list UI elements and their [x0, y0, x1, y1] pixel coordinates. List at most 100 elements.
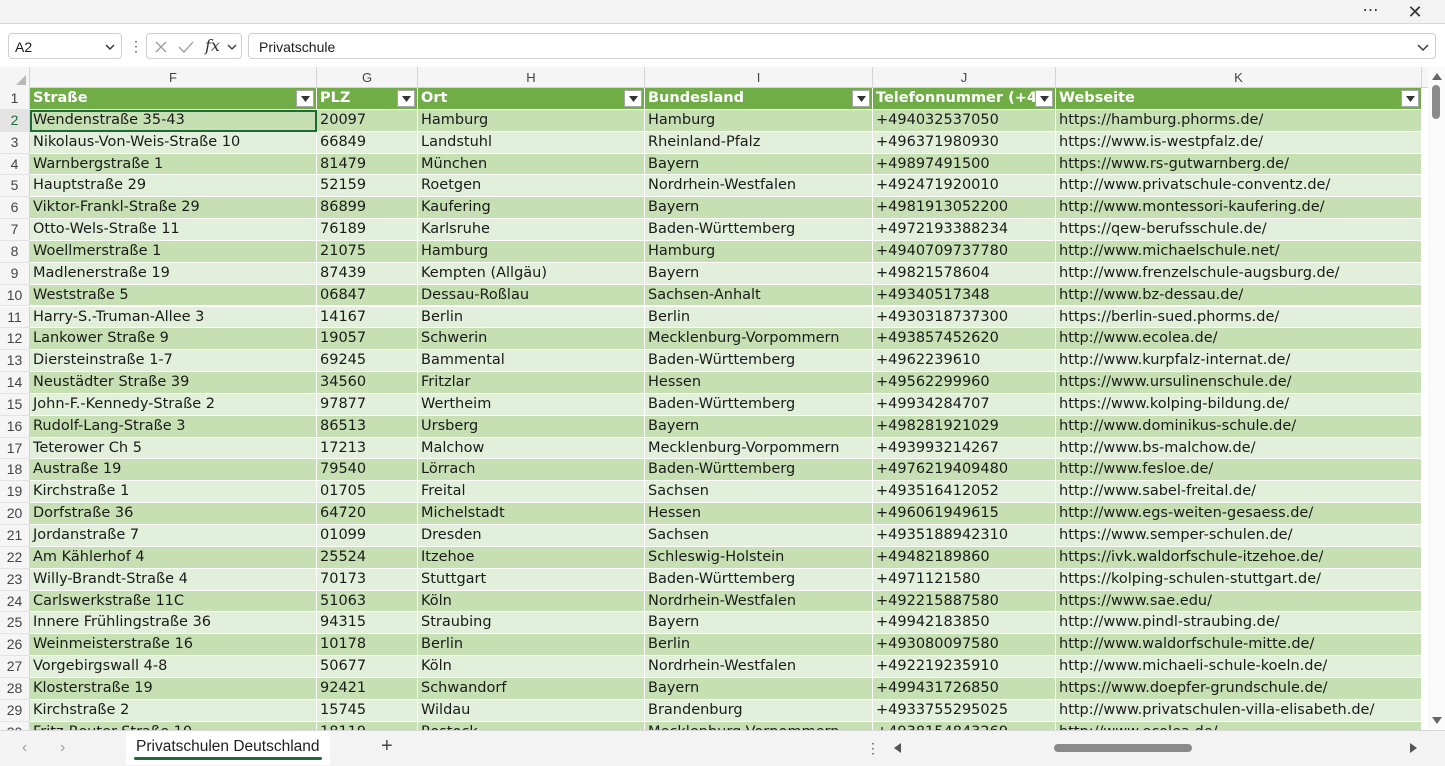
row-number[interactable]: 11: [0, 306, 30, 329]
cell-telefon[interactable]: +493080097580: [873, 634, 1056, 657]
column-header-i[interactable]: I: [645, 67, 873, 88]
cell-webseite[interactable]: https://www.ursulinenschule.de/: [1056, 372, 1422, 394]
header-cell-webseite[interactable]: Webseite: [1056, 88, 1422, 110]
cell-ort[interactable]: Ursberg: [418, 415, 645, 438]
cell-strasse[interactable]: Weinmeisterstraße 16: [30, 634, 317, 657]
cell-ort[interactable]: Malchow: [418, 437, 645, 460]
cell-bundesland[interactable]: Baden-Württemberg: [645, 459, 873, 482]
row-number[interactable]: 7: [0, 219, 30, 241]
cell-strasse[interactable]: Fritz-Reuter-Straße 10: [30, 721, 317, 730]
cell-telefon[interactable]: +49934284707: [873, 393, 1056, 416]
cell-ort[interactable]: Itzehoe: [418, 546, 645, 569]
cell-webseite[interactable]: https://www.doepfer-grundschule.de/: [1056, 677, 1422, 700]
header-cell-telefon[interactable]: Telefonnummer (+49): [873, 88, 1056, 110]
cell-telefon[interactable]: +4930318737300: [873, 306, 1056, 329]
cell-bundesland[interactable]: Rheinland-Pfalz: [645, 131, 873, 154]
cell-webseite[interactable]: http://www.ecolea.de/: [1056, 328, 1422, 351]
cell-strasse[interactable]: Lankower Straße 9: [30, 328, 317, 351]
header-cell-ort[interactable]: Ort: [418, 88, 645, 110]
cell-telefon[interactable]: +492215887580: [873, 590, 1056, 613]
cell-strasse[interactable]: Madlenerstraße 19: [30, 262, 317, 285]
cell-strasse[interactable]: Diersteinstraße 1-7: [30, 350, 317, 373]
close-button[interactable]: ✕: [1403, 0, 1427, 24]
cell-plz[interactable]: 50677: [317, 656, 418, 678]
cell-strasse[interactable]: Nikolaus-Von-Weis-Straße 10: [30, 131, 317, 154]
row-number[interactable]: 13: [0, 350, 30, 373]
row-number[interactable]: 9: [0, 262, 30, 285]
row-number[interactable]: 10: [0, 284, 30, 307]
cell-webseite[interactable]: https://ivk.waldorfschule-itzehoe.de/: [1056, 546, 1422, 569]
cell-strasse[interactable]: Neustädter Straße 39: [30, 372, 317, 394]
row-number[interactable]: 15: [0, 393, 30, 416]
cell-plz[interactable]: 19057: [317, 328, 418, 351]
row-number[interactable]: 4: [0, 153, 30, 176]
add-sheet-button[interactable]: +: [381, 735, 393, 758]
cell-plz[interactable]: 14167: [317, 306, 418, 329]
header-cell-strasse[interactable]: Straße: [30, 88, 317, 110]
cell-webseite[interactable]: http://www.dominikus-schule.de/: [1056, 415, 1422, 438]
formula-bar-options-icon[interactable]: ⋮: [129, 38, 143, 54]
cell-bundesland[interactable]: Bayern: [645, 677, 873, 700]
cell-strasse[interactable]: Jordanstraße 7: [30, 525, 317, 547]
cell-webseite[interactable]: http://www.bs-malchow.de/: [1056, 437, 1422, 460]
cell-plz[interactable]: 20097: [317, 109, 418, 132]
cell-bundesland[interactable]: Hessen: [645, 372, 873, 394]
cell-telefon[interactable]: +4971121580: [873, 568, 1056, 591]
cell-strasse[interactable]: Hauptstraße 29: [30, 175, 317, 198]
cell-plz[interactable]: 81479: [317, 153, 418, 176]
cell-webseite[interactable]: http://www.privatschulen-villa-elisabeth…: [1056, 699, 1422, 722]
cell-bundesland[interactable]: Sachsen: [645, 481, 873, 504]
cell-ort[interactable]: Straubing: [418, 612, 645, 635]
cell-plz[interactable]: 15745: [317, 699, 418, 722]
cell-ort[interactable]: Karlsruhe: [418, 219, 645, 241]
row-number[interactable]: 2: [0, 109, 30, 132]
row-number[interactable]: 16: [0, 415, 30, 438]
row-number[interactable]: 8: [0, 240, 30, 263]
cell-telefon[interactable]: +492471920010: [873, 175, 1056, 198]
cell-ort[interactable]: Hamburg: [418, 109, 645, 132]
cell-plz[interactable]: 79540: [317, 459, 418, 482]
cell-ort[interactable]: Kaufering: [418, 197, 645, 220]
cell-plz[interactable]: 01099: [317, 525, 418, 547]
select-all-corner[interactable]: [0, 67, 30, 88]
column-header-h[interactable]: H: [418, 67, 645, 88]
cell-ort[interactable]: Fritzlar: [418, 372, 645, 394]
cell-ort[interactable]: Stuttgart: [418, 568, 645, 591]
cell-bundesland[interactable]: Nordrhein-Westfalen: [645, 175, 873, 198]
cell-ort[interactable]: Hamburg: [418, 240, 645, 263]
cell-bundesland[interactable]: Mecklenburg-Vorpommern: [645, 328, 873, 351]
cell-telefon[interactable]: +49897491500: [873, 153, 1056, 176]
cell-plz[interactable]: 70173: [317, 568, 418, 591]
cell-webseite[interactable]: https://www.semper-schulen.de/: [1056, 525, 1422, 547]
cell-ort[interactable]: Schwerin: [418, 328, 645, 351]
cell-strasse[interactable]: Teterower Ch 5: [30, 437, 317, 460]
cell-plz[interactable]: 52159: [317, 175, 418, 198]
cell-bundesland[interactable]: Baden-Württemberg: [645, 393, 873, 416]
cell-bundesland[interactable]: Sachsen: [645, 525, 873, 547]
row-number[interactable]: 20: [0, 503, 30, 525]
row-number[interactable]: 21: [0, 525, 30, 547]
row-number[interactable]: 28: [0, 677, 30, 700]
cell-strasse[interactable]: Warnbergstraße 1: [30, 153, 317, 176]
cell-strasse[interactable]: Willy-Brandt-Straße 4: [30, 568, 317, 591]
row-number[interactable]: 5: [0, 175, 30, 198]
row-number[interactable]: 6: [0, 197, 30, 220]
cell-strasse[interactable]: Viktor-Frankl-Straße 29: [30, 197, 317, 220]
vertical-scroll-thumb[interactable]: [1432, 85, 1440, 119]
cell-ort[interactable]: Lörrach: [418, 459, 645, 482]
scroll-down-icon[interactable]: [1432, 717, 1442, 724]
more-options-button[interactable]: ⋯: [1359, 0, 1383, 24]
row-number[interactable]: 3: [0, 131, 30, 154]
cell-telefon[interactable]: +496371980930: [873, 131, 1056, 154]
filter-dropdown-icon[interactable]: [1401, 90, 1419, 107]
cell-webseite[interactable]: http://www.ecolea.de/: [1056, 721, 1422, 730]
cell-webseite[interactable]: http://www.privatschule-conventz.de/: [1056, 175, 1422, 198]
cell-webseite[interactable]: http://www.egs-weiten-gesaess.de/: [1056, 503, 1422, 525]
cell-strasse[interactable]: Otto-Wels-Straße 11: [30, 219, 317, 241]
cell-plz[interactable]: 64720: [317, 503, 418, 525]
cell-strasse[interactable]: Weststraße 5: [30, 284, 317, 307]
row-number[interactable]: 26: [0, 634, 30, 657]
cell-plz[interactable]: 06847: [317, 284, 418, 307]
vertical-scrollbar[interactable]: [1428, 67, 1445, 730]
cell-bundesland[interactable]: Baden-Württemberg: [645, 219, 873, 241]
